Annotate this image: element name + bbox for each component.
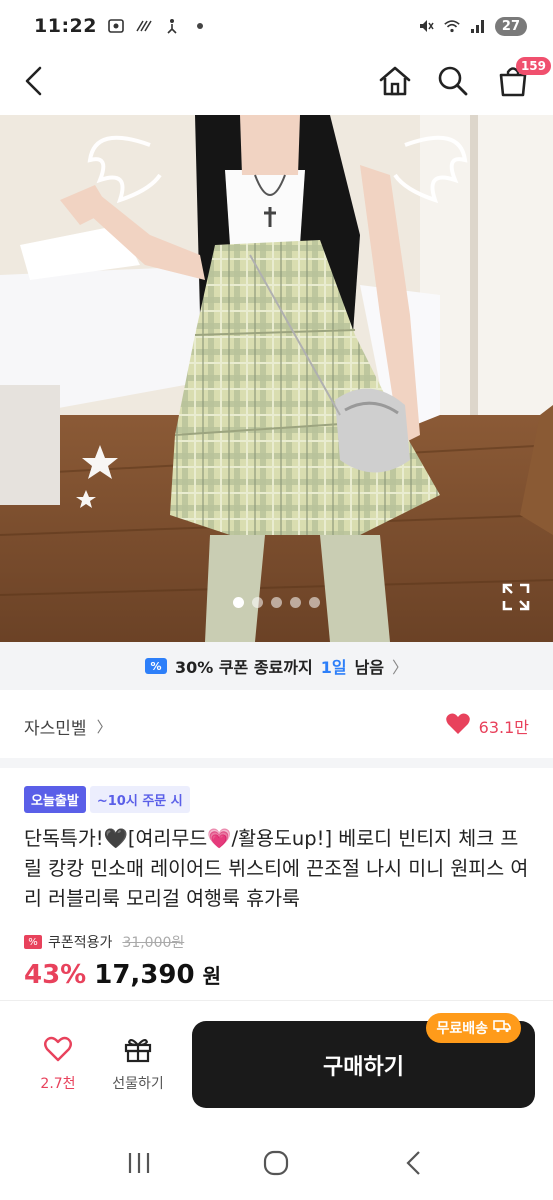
heart-filled-icon [445, 712, 471, 740]
system-back-icon[interactable] [400, 1149, 428, 1181]
gift-button[interactable]: 선물하기 [98, 1035, 178, 1093]
coupon-text-after: 남음 [354, 658, 385, 677]
currency-unit: 원 [202, 964, 221, 988]
badge-ship-today: 오늘출발 [24, 786, 86, 813]
price-row: 43% 17,390 원 [24, 960, 221, 990]
recent-apps-icon[interactable] [125, 1150, 153, 1180]
shop-row: 자스민벨 〉 63.1만 [0, 700, 553, 752]
back-arrow-icon[interactable] [20, 64, 48, 102]
wifi-icon [443, 17, 461, 35]
search-icon[interactable] [435, 64, 471, 102]
coupon-text: 30% 쿠폰 종료까지 [174, 658, 313, 677]
coupon-days-left: 1일 [320, 658, 347, 677]
product-photo [0, 115, 553, 642]
carousel-dot[interactable] [271, 597, 282, 608]
product-title: 단독특가!🖤[여리무드💗/활용도up!] 베로디 빈티지 체크 프릴 캉캉 민소… [24, 827, 529, 910]
coupon-countdown-banner[interactable]: % 30% 쿠폰 종료까지 1일 남음 〉 [0, 642, 553, 690]
expand-icon[interactable] [501, 582, 531, 612]
notification-dot-icon [191, 17, 209, 35]
free-shipping-badge: 무료배송 [426, 1013, 521, 1043]
truck-icon [493, 1019, 511, 1037]
accessibility-icon [163, 17, 181, 35]
status-time: 11:22 [34, 15, 97, 37]
shop-name-link[interactable]: 자스민벨 [24, 714, 87, 739]
section-divider [0, 758, 553, 768]
wish-count: 2.7천 [40, 1076, 76, 1092]
home-circle-icon[interactable] [262, 1149, 290, 1181]
system-nav-bar [0, 1130, 553, 1200]
image-carousel-dots [0, 597, 553, 608]
coupon-tag-icon: % [24, 935, 42, 949]
gift-icon [123, 1035, 153, 1067]
status-bar: 11:22 27 [0, 0, 553, 52]
delivery-badges: 오늘출발 ~10시 주문 시 [24, 786, 190, 813]
wishlist-button[interactable]: 2.7천 [18, 1035, 98, 1093]
original-price: 31,000원 [122, 935, 185, 951]
carousel-dot[interactable] [309, 597, 320, 608]
cart-button[interactable]: 159 [493, 57, 551, 103]
cell-signal-icon [469, 17, 487, 35]
heart-outline-icon [43, 1035, 73, 1067]
cart-count-badge: 159 [515, 57, 551, 75]
sale-price: 17,390 [94, 960, 195, 990]
coupon-price-row: % 쿠폰적용가 31,000원 [24, 932, 184, 952]
gift-label: 선물하기 [112, 1076, 164, 1092]
badge-order-cutoff: ~10시 주문 시 [89, 786, 190, 813]
shop-likes[interactable]: 63.1만 [445, 712, 529, 740]
product-image[interactable] [0, 115, 553, 642]
coupon-icon: % [144, 658, 167, 674]
mute-icon [417, 17, 435, 35]
bottom-action-bar: 2.7천 선물하기 구매하기 무료배송 [0, 1005, 553, 1125]
likes-count: 63.1만 [478, 718, 529, 737]
free-shipping-label: 무료배송 [436, 1021, 488, 1037]
coupon-price-label: 쿠폰적용가 [48, 935, 113, 951]
carousel-dot[interactable] [252, 597, 263, 608]
divider-line [0, 1000, 553, 1001]
battery-indicator: 27 [494, 16, 527, 36]
chevron-right-icon: 〉 [392, 658, 409, 677]
carousel-dot[interactable] [233, 597, 244, 608]
chevron-right-icon: 〉 [96, 717, 112, 736]
home-icon[interactable] [377, 64, 413, 102]
signal-stripe-icon [135, 17, 153, 35]
discount-rate: 43% [24, 960, 87, 990]
screenshot-icon [107, 17, 125, 35]
top-nav: 159 [0, 52, 553, 114]
carousel-dot[interactable] [290, 597, 301, 608]
